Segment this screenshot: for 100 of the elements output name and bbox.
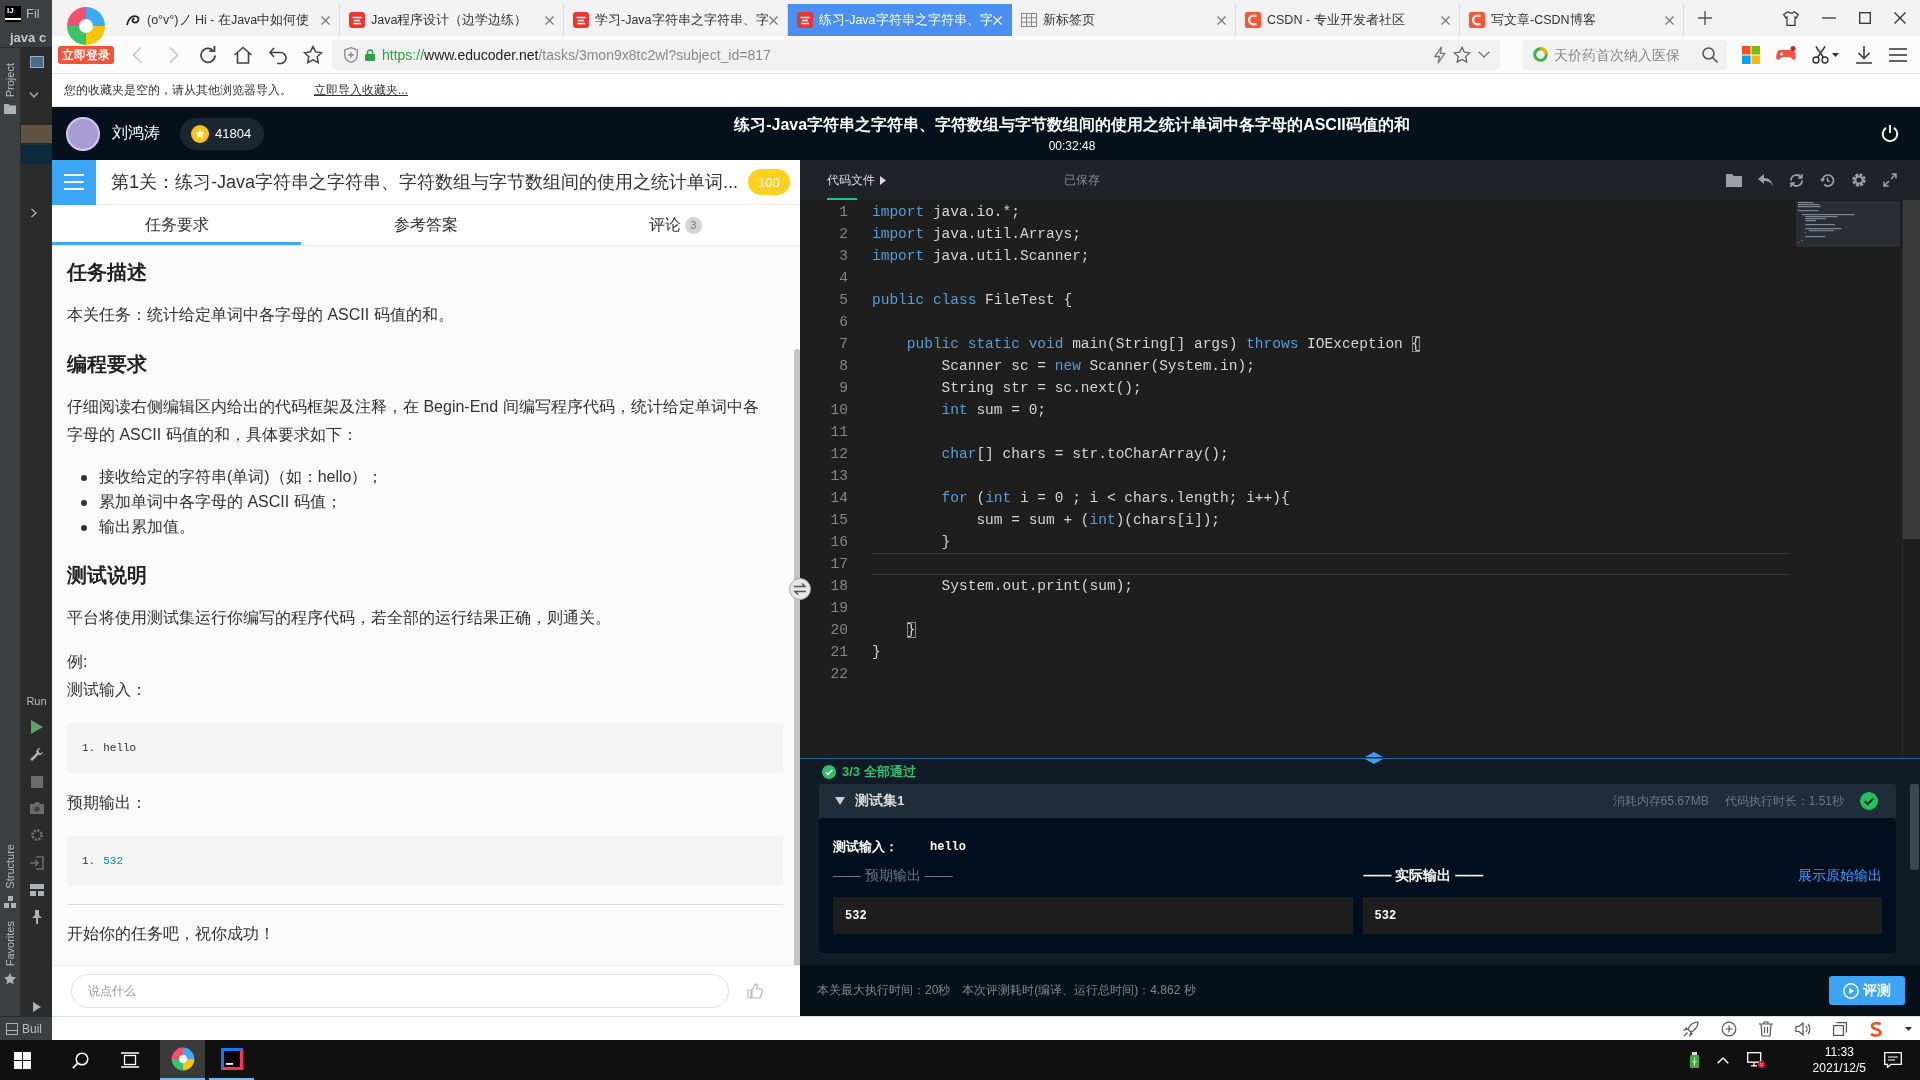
dashed-ring-icon[interactable] xyxy=(29,828,44,842)
menu-button[interactable] xyxy=(52,159,96,205)
history-icon[interactable] xyxy=(1820,172,1835,188)
code-text: hello xyxy=(103,742,137,754)
camera-icon[interactable] xyxy=(29,802,44,814)
menu-icon[interactable] xyxy=(1889,47,1907,62)
settings-icon[interactable] xyxy=(1851,172,1867,188)
circle-plus-icon[interactable] xyxy=(1721,1020,1737,1037)
notification-icon[interactable] xyxy=(1884,1052,1902,1068)
window-icon[interactable] xyxy=(1833,1021,1847,1036)
layout-icon[interactable] xyxy=(29,884,44,896)
star-icon[interactable] xyxy=(1453,45,1471,64)
paragraph: 例: xyxy=(67,652,89,672)
file-tab[interactable]: 代码文件 xyxy=(827,160,886,200)
task-view-icon[interactable] xyxy=(121,1052,139,1068)
raw-output-link[interactable]: 展示原始输出 xyxy=(1798,867,1882,885)
caret-right-icon xyxy=(880,175,886,185)
scrollbar-thumb[interactable] xyxy=(1909,784,1919,870)
caret-up-icon[interactable] xyxy=(1716,1056,1729,1064)
close-icon[interactable] xyxy=(1894,12,1906,24)
monitor-icon[interactable] xyxy=(1746,1052,1765,1068)
import-bookmarks-link[interactable]: 立即导入收藏夹... xyxy=(314,81,408,99)
memory-usage: 消耗内存65.67MB xyxy=(1612,792,1709,810)
folder-icon[interactable] xyxy=(1726,173,1742,187)
lightning-icon[interactable] xyxy=(1434,45,1446,64)
scissors-icon[interactable] xyxy=(1812,45,1829,64)
logo-tile-icon xyxy=(573,12,589,28)
taskbar-button[interactable] xyxy=(160,1040,205,1080)
star-icon[interactable] xyxy=(4,973,16,985)
shield-icon[interactable] xyxy=(344,46,358,63)
scrollbar-thumb[interactable] xyxy=(1903,200,1920,539)
thumbs-up-icon[interactable] xyxy=(747,983,763,999)
url-text[interactable]: https://www.educoder.net/tasks/3mon9x8tc2wl?subject_id=817 xyxy=(382,46,1427,63)
structure-icon[interactable] xyxy=(4,895,16,908)
refresh-icon[interactable] xyxy=(1789,172,1804,188)
tool-window-tab[interactable]: Favorites xyxy=(4,917,16,969)
user-name[interactable]: 刘鸿涛 xyxy=(112,123,160,144)
reload-icon[interactable] xyxy=(198,44,218,65)
play-icon[interactable] xyxy=(32,1002,41,1012)
caret-down-icon[interactable] xyxy=(1905,1026,1912,1031)
trash-icon[interactable] xyxy=(1759,1020,1773,1037)
plus-icon[interactable] xyxy=(1698,11,1712,25)
avatar[interactable] xyxy=(66,116,100,151)
chevron-down-icon[interactable] xyxy=(29,92,39,98)
comment-field[interactable]: 说点什么 xyxy=(71,974,729,1008)
expand-icon[interactable] xyxy=(1883,173,1897,187)
line-number: 14 xyxy=(830,490,848,506)
folder-icon[interactable] xyxy=(4,104,16,115)
power-icon[interactable] xyxy=(1881,124,1899,143)
home-icon[interactable] xyxy=(233,44,253,65)
sign-in-icon[interactable] xyxy=(29,856,44,870)
address-field[interactable]: https://www.educoder.net/tasks/3mon9x8tc2wl?subject_id=817 xyxy=(332,39,1500,70)
chevron-down-icon[interactable] xyxy=(1478,51,1490,58)
rocket-icon[interactable] xyxy=(1683,1020,1699,1037)
line-number: 16 xyxy=(830,534,848,550)
wrench-icon[interactable] xyxy=(29,748,44,762)
search-icon[interactable] xyxy=(72,1051,89,1069)
tool-window-tab[interactable]: Run xyxy=(26,693,47,710)
maximize-icon[interactable] xyxy=(1859,12,1871,24)
panel-icon[interactable] xyxy=(6,1022,18,1035)
code-line: import java.util.Scanner; xyxy=(872,248,1090,264)
tool-window-tab[interactable]: Structure xyxy=(4,841,16,892)
s-logo-icon[interactable] xyxy=(1869,1020,1883,1037)
chevron-right-icon[interactable] xyxy=(31,208,37,218)
tool-window-tab[interactable]: Project xyxy=(4,60,16,101)
play-icon[interactable] xyxy=(30,720,43,734)
bullet-icon xyxy=(81,474,87,481)
download-icon[interactable] xyxy=(1855,45,1873,64)
caret-down-icon[interactable] xyxy=(835,797,845,805)
code-line: import java.io.*; xyxy=(872,204,1020,220)
usb-drive-icon[interactable] xyxy=(1689,1052,1699,1068)
bookmarks-message: 您的收藏夹是空的，请从其他浏览器导入。 xyxy=(64,81,292,99)
line-number: 17 xyxy=(830,556,848,572)
pin-icon[interactable] xyxy=(30,910,43,924)
caret-down-icon[interactable] xyxy=(1832,52,1839,57)
search-icon[interactable] xyxy=(1702,46,1718,63)
stop-icon[interactable] xyxy=(30,776,43,788)
actual-output-box: 532 xyxy=(1362,897,1882,934)
paragraph: 开始你的任务吧，祝你成功！ xyxy=(67,924,276,944)
code-line: int sum = 0; xyxy=(940,402,1047,418)
code-minimap[interactable] xyxy=(1796,201,1900,247)
clock-time[interactable]: 11:33 xyxy=(1824,1044,1854,1060)
swap-arrows-icon[interactable] xyxy=(789,578,811,600)
shirt-icon[interactable] xyxy=(1783,10,1799,26)
speaker-icon[interactable] xyxy=(1795,1021,1811,1036)
four-squares-icon[interactable] xyxy=(1742,45,1760,64)
start-icon[interactable] xyxy=(14,1051,31,1069)
c-logo-icon xyxy=(1245,12,1261,28)
menu-item[interactable]: Fil xyxy=(26,6,40,21)
star-icon[interactable] xyxy=(303,44,323,65)
window-icon[interactable] xyxy=(29,56,44,68)
reply-icon[interactable] xyxy=(1758,174,1773,186)
clock-date[interactable]: 2021/12/5 xyxy=(1812,1060,1866,1076)
resize-handle-icon[interactable] xyxy=(1363,752,1385,764)
c-logo-icon xyxy=(1469,12,1485,28)
search-field[interactable]: 天价药首次纳入医保 xyxy=(1523,39,1727,70)
gamepad-icon[interactable] xyxy=(1776,46,1796,63)
tool-window-tab[interactable]: Buil xyxy=(22,1021,42,1036)
scrollbar-thumb[interactable] xyxy=(793,349,800,967)
time-limit: 本关最大执行时间：20秒 xyxy=(817,982,951,999)
